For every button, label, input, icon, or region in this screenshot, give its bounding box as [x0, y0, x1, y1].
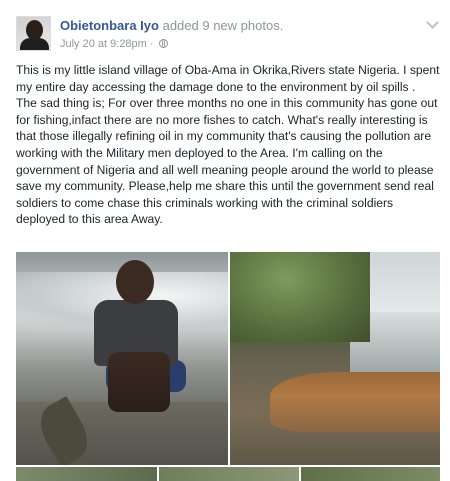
author-name-link[interactable]: Obietonbara Iyo [60, 18, 159, 33]
photo-thumbnail[interactable] [159, 467, 299, 481]
post-meta: July 20 at 9:28pm · [60, 37, 168, 51]
globe-icon[interactable] [158, 39, 168, 48]
post-paragraph: This is my little island village of Oba-… [16, 63, 440, 94]
post-text: This is my little island village of Oba-… [16, 62, 440, 228]
facebook-post: Obietonbara Iyo added 9 new photos. July… [0, 0, 450, 481]
meta-separator: · [149, 38, 154, 50]
photo-thumbnail[interactable] [301, 467, 440, 481]
chevron-down-icon[interactable] [426, 16, 439, 29]
post-action-text: added 9 new photos. [162, 18, 284, 33]
photo-man-kneeling-in-oil-mud[interactable] [16, 252, 228, 465]
photo-thumbnail[interactable] [16, 467, 157, 481]
post-header: Obietonbara Iyo added 9 new photos. [60, 17, 283, 34]
post-timestamp[interactable]: July 20 at 9:28pm [60, 38, 147, 50]
author-avatar[interactable] [16, 16, 51, 51]
photo-polluted-creek[interactable] [230, 252, 440, 465]
post-paragraph: The sad thing is; For over three months … [16, 96, 438, 227]
